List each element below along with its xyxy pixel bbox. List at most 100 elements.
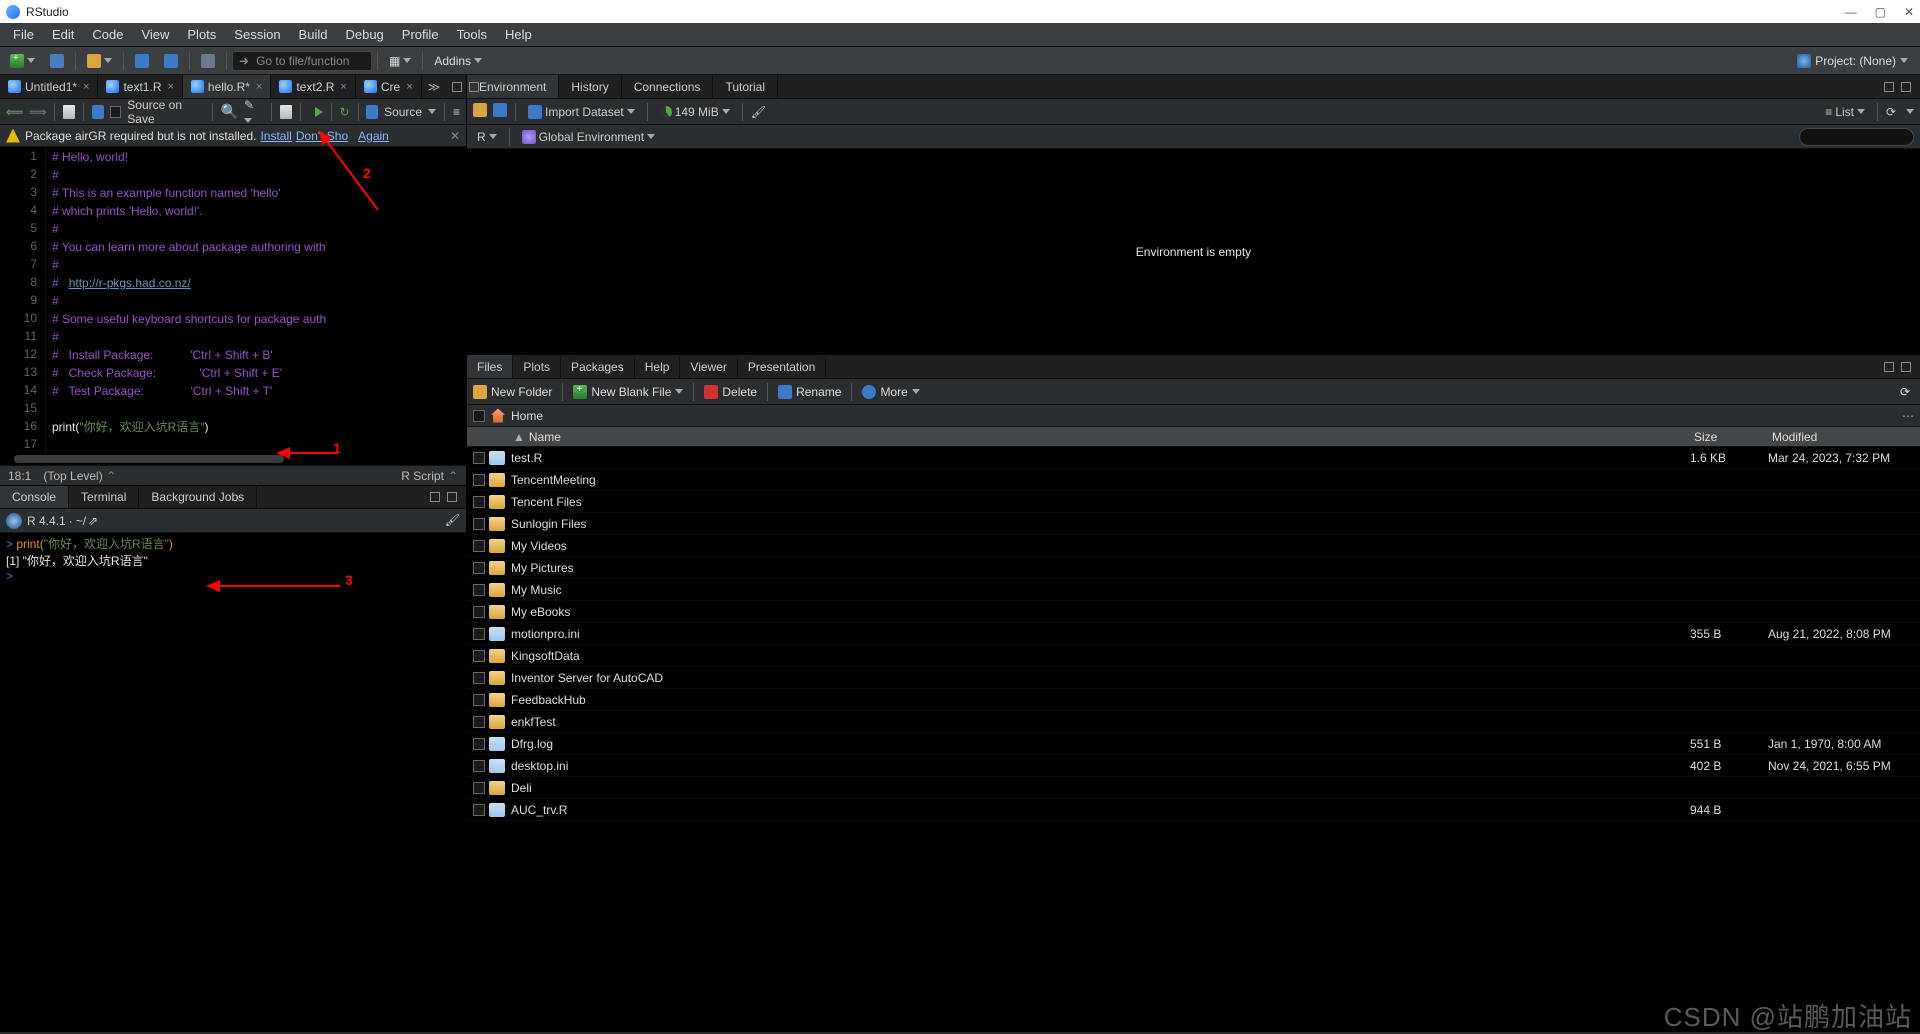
files-select-all-checkbox[interactable] — [473, 410, 485, 422]
file-row[interactable]: Sunlogin Files — [467, 513, 1920, 535]
file-checkbox[interactable] — [473, 584, 485, 596]
console-min-button[interactable] — [430, 492, 440, 502]
maximize-button[interactable]: ▢ — [1875, 5, 1886, 19]
env-load-button[interactable] — [473, 103, 487, 120]
editor-tab[interactable]: text1.R× — [98, 75, 182, 98]
tab-close-button[interactable]: × — [83, 81, 89, 93]
file-checkbox[interactable] — [473, 518, 485, 530]
grid-button[interactable]: ▦ — [383, 52, 417, 70]
console-cwd[interactable]: ~/ — [76, 514, 86, 528]
new-project-button[interactable] — [44, 52, 70, 70]
tab-close-button[interactable]: × — [406, 81, 412, 93]
menu-view[interactable]: View — [132, 25, 178, 44]
file-row[interactable]: AUC_trv.R944 B — [467, 799, 1920, 821]
file-checkbox[interactable] — [473, 606, 485, 618]
open-file-button[interactable] — [81, 52, 118, 70]
file-row[interactable]: motionpro.ini355 BAug 21, 2022, 8:08 PM — [467, 623, 1920, 645]
tab-overflow-button[interactable]: ≫ — [422, 75, 447, 98]
delete-button[interactable]: Delete — [704, 385, 757, 399]
more-button[interactable]: More — [862, 385, 919, 399]
new-blank-file-button[interactable]: New Blank File — [573, 385, 683, 399]
file-checkbox[interactable] — [473, 694, 485, 706]
goto-file-input[interactable]: ➜Go to file/function — [232, 51, 372, 71]
file-row[interactable]: Inventor Server for AutoCAD — [467, 667, 1920, 689]
file-row[interactable]: test.R1.6 KBMar 24, 2023, 7:32 PM — [467, 447, 1920, 469]
minimize-button[interactable]: — — [1845, 5, 1857, 19]
file-row[interactable]: Deli — [467, 777, 1920, 799]
file-row[interactable]: enkfTest — [467, 711, 1920, 733]
warning-install-link[interactable]: Install — [260, 129, 291, 143]
run-button[interactable] — [315, 107, 323, 117]
tab-close-button[interactable]: × — [256, 81, 262, 93]
find-button[interactable]: 🔍 — [221, 103, 238, 120]
file-checkbox[interactable] — [473, 650, 485, 662]
editor-tab[interactable]: hello.R*× — [183, 75, 271, 98]
file-row[interactable]: My Pictures — [467, 557, 1920, 579]
warning-close-button[interactable]: ✕ — [450, 129, 460, 143]
tab-close-button[interactable]: × — [340, 81, 346, 93]
addins-button[interactable]: Addins — [428, 52, 488, 70]
close-button[interactable]: ✕ — [1904, 5, 1914, 19]
editor-min-button[interactable] — [452, 82, 462, 92]
project-menu[interactable]: Project: (None) — [1789, 52, 1916, 70]
console-output[interactable]: > print("你好，欢迎入坑R语言")[1] "你好，欢迎入坑R语言"> — [0, 533, 466, 1032]
env-max-button[interactable] — [1901, 82, 1911, 92]
tab-terminal[interactable]: Terminal — [69, 486, 139, 508]
outline-button[interactable]: ≡ — [453, 105, 460, 119]
menu-file[interactable]: File — [4, 25, 43, 44]
file-checkbox[interactable] — [473, 496, 485, 508]
tab-viewer[interactable]: Viewer — [680, 355, 737, 378]
tab-background-jobs[interactable]: Background Jobs — [139, 486, 257, 508]
print-button[interactable] — [195, 52, 221, 70]
file-checkbox[interactable] — [473, 716, 485, 728]
save-button[interactable] — [129, 52, 155, 70]
files-more-path-button[interactable]: ⋯ — [1902, 409, 1914, 423]
file-checkbox[interactable] — [473, 672, 485, 684]
new-folder-button[interactable]: New Folder — [473, 385, 552, 399]
file-row[interactable]: My Music — [467, 579, 1920, 601]
nav-forward-button[interactable]: ⟹ — [29, 105, 46, 119]
compile-button[interactable] — [280, 105, 292, 119]
console-clear-button[interactable]: 🖌 — [444, 513, 460, 529]
warning-dontshow-link[interactable]: Don't Sho — [296, 129, 348, 143]
warning-again-link[interactable]: Again — [358, 129, 389, 143]
memory-indicator[interactable]: 149 MiB — [656, 105, 734, 119]
env-min-button[interactable] — [1884, 82, 1894, 92]
tab-plots[interactable]: Plots — [513, 355, 561, 378]
files-list[interactable]: test.R1.6 KBMar 24, 2023, 7:32 PMTencent… — [467, 447, 1920, 1032]
menu-profile[interactable]: Profile — [393, 25, 448, 44]
file-checkbox[interactable] — [473, 540, 485, 552]
menu-help[interactable]: Help — [496, 25, 541, 44]
env-search-input[interactable] — [1799, 128, 1914, 146]
env-clear-button[interactable]: 🖌 — [751, 105, 766, 119]
tab-tutorial[interactable]: Tutorial — [713, 75, 778, 98]
source-on-save-checkbox[interactable] — [110, 106, 121, 118]
language-mode[interactable]: R Script — [401, 469, 444, 483]
menu-tools[interactable]: Tools — [448, 25, 496, 44]
console-max-button[interactable] — [447, 492, 457, 502]
files-min-button[interactable] — [1884, 362, 1894, 372]
files-max-button[interactable] — [1901, 362, 1911, 372]
tab-connections[interactable]: Connections — [622, 75, 714, 98]
editor-hscrollbar[interactable] — [0, 453, 466, 465]
new-file-button[interactable] — [4, 52, 41, 70]
scope-indicator[interactable]: (Top Level) ⌃ — [43, 469, 116, 483]
file-row[interactable]: FeedbackHub — [467, 689, 1920, 711]
import-dataset-button[interactable]: Import Dataset — [524, 105, 639, 119]
editor-tab[interactable]: Untitled1*× — [0, 75, 98, 98]
home-icon[interactable] — [491, 409, 505, 423]
menu-edit[interactable]: Edit — [43, 25, 83, 44]
save-all-button[interactable] — [158, 52, 184, 70]
files-refresh-button[interactable]: ⟳ — [1900, 385, 1914, 399]
file-checkbox[interactable] — [473, 760, 485, 772]
menu-code[interactable]: Code — [83, 25, 132, 44]
tab-help[interactable]: Help — [635, 355, 681, 378]
file-row[interactable]: Dfrg.log551 BJan 1, 1970, 8:00 AM — [467, 733, 1920, 755]
menu-plots[interactable]: Plots — [178, 25, 225, 44]
rerun-button[interactable]: ↻ — [339, 105, 349, 119]
rename-button[interactable]: Rename — [778, 385, 841, 399]
console-popup-icon[interactable]: ⇗ — [88, 514, 98, 528]
tab-close-button[interactable]: × — [167, 81, 173, 93]
env-list-toggle[interactable]: ≡ List — [1821, 105, 1869, 119]
env-scope-r[interactable]: R — [473, 130, 501, 144]
